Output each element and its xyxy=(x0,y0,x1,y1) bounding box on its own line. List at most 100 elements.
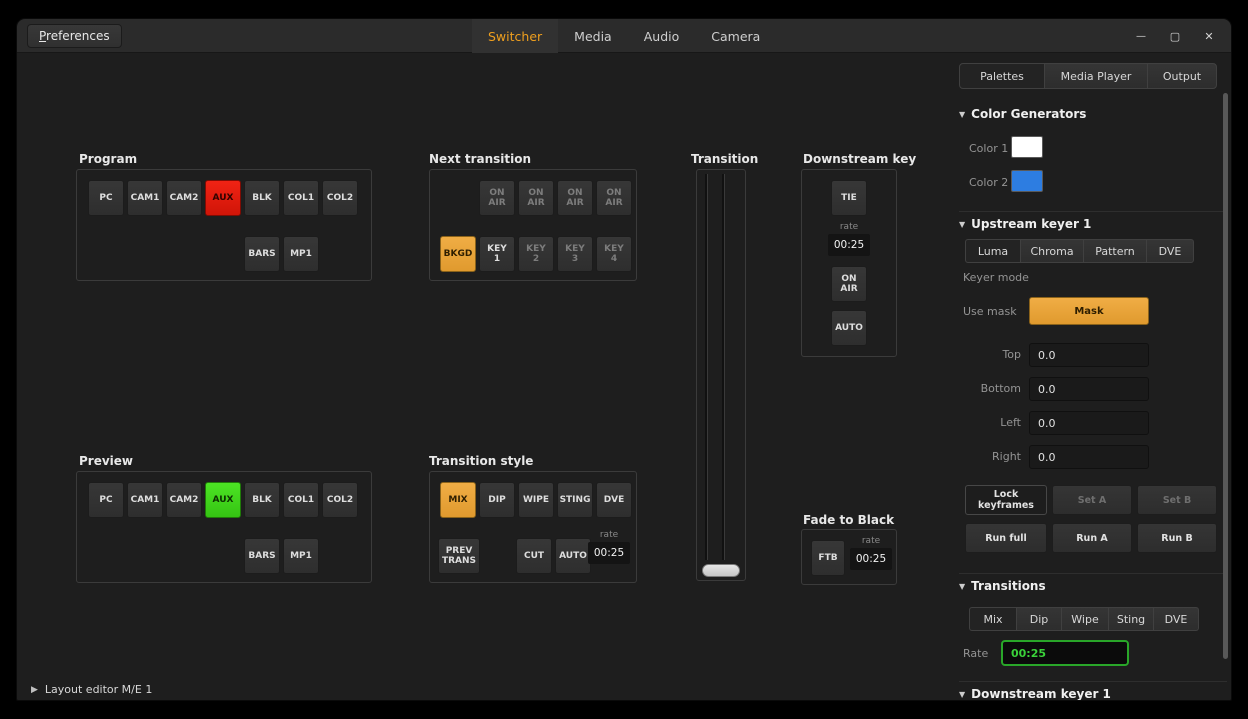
collapse-arrow-icon: ▼ xyxy=(959,220,965,229)
preview-cam2-button[interactable]: CAM2 xyxy=(166,482,202,518)
program-aux-button[interactable]: AUX xyxy=(205,180,241,216)
key3-onair-button[interactable]: ON AIR xyxy=(557,180,593,216)
transition-tbar[interactable] xyxy=(696,169,746,581)
layout-editor-expander[interactable]: ▶ Layout editor M/E 1 xyxy=(31,683,152,696)
section-divider xyxy=(959,573,1227,574)
preview-aux-button[interactable]: AUX xyxy=(205,482,241,518)
transitions-header[interactable]: ▼ Transitions xyxy=(959,579,1046,593)
transition-title: Transition xyxy=(691,152,758,166)
ftb-rate-value[interactable]: 00:25 xyxy=(850,548,892,570)
auto-button[interactable]: AUTO xyxy=(555,538,591,574)
preview-cam1-button[interactable]: CAM1 xyxy=(127,482,163,518)
maximize-icon[interactable]: ▢ xyxy=(1165,26,1185,46)
dsk-tie-button[interactable]: TIE xyxy=(831,180,867,216)
panel-scrollbar[interactable] xyxy=(1223,93,1228,659)
keyer-tab-pattern[interactable]: Pattern xyxy=(1083,239,1147,263)
mask-left-input[interactable]: 0.0 xyxy=(1029,411,1149,435)
program-pc-button[interactable]: PC xyxy=(88,180,124,216)
collapse-arrow-icon: ▼ xyxy=(959,690,965,699)
tbar-handle[interactable] xyxy=(702,564,740,577)
program-cam1-button[interactable]: CAM1 xyxy=(127,180,163,216)
fade-to-black-title: Fade to Black xyxy=(803,513,894,527)
color-generators-header[interactable]: ▼ Color Generators xyxy=(959,107,1086,121)
preview-pc-button[interactable]: PC xyxy=(88,482,124,518)
lock-keyframes-button[interactable]: Lock keyframes xyxy=(965,485,1047,515)
tab-audio[interactable]: Audio xyxy=(628,19,696,53)
preview-blk-button[interactable]: BLK xyxy=(244,482,280,518)
section-divider xyxy=(959,681,1227,682)
preview-mp1-button[interactable]: MP1 xyxy=(283,538,319,574)
mask-right-input[interactable]: 0.0 xyxy=(1029,445,1149,469)
tab-palettes[interactable]: Palettes xyxy=(959,63,1045,89)
program-col2-button[interactable]: COL2 xyxy=(322,180,358,216)
transitions-tab-dip[interactable]: Dip xyxy=(1016,607,1062,631)
tab-output[interactable]: Output xyxy=(1147,63,1217,89)
program-mp1-button[interactable]: MP1 xyxy=(283,236,319,272)
preview-bars-button[interactable]: BARS xyxy=(244,538,280,574)
transitions-tab-mix[interactable]: Mix xyxy=(969,607,1017,631)
tab-switcher[interactable]: Switcher xyxy=(472,19,558,53)
transition-rate-value[interactable]: 00:25 xyxy=(588,542,630,564)
color2-swatch[interactable] xyxy=(1011,170,1043,192)
cut-button[interactable]: CUT xyxy=(516,538,552,574)
preferences-button[interactable]: Preferences xyxy=(27,24,122,48)
preview-col1-button[interactable]: COL1 xyxy=(283,482,319,518)
mask-top-input[interactable]: 0.0 xyxy=(1029,343,1149,367)
program-blk-button[interactable]: BLK xyxy=(244,180,280,216)
preview-col2-button[interactable]: COL2 xyxy=(322,482,358,518)
transitions-tab-dve[interactable]: DVE xyxy=(1153,607,1199,631)
tab-media-player[interactable]: Media Player xyxy=(1044,63,1148,89)
key2-onair-button[interactable]: ON AIR xyxy=(518,180,554,216)
transitions-tab-sting[interactable]: Sting xyxy=(1108,607,1154,631)
key1-onair-button[interactable]: ON AIR xyxy=(479,180,515,216)
run-b-button[interactable]: Run B xyxy=(1137,523,1217,553)
keyer-tab-luma[interactable]: Luma xyxy=(965,239,1021,263)
keyer-tab-dve[interactable]: DVE xyxy=(1146,239,1194,263)
key2-button[interactable]: KEY 2 xyxy=(518,236,554,272)
upstream-keyer-title: Upstream keyer 1 xyxy=(971,217,1091,231)
bkgd-button[interactable]: BKGD xyxy=(440,236,476,272)
color-generators-title: Color Generators xyxy=(971,107,1086,121)
rate-input[interactable]: 00:25 xyxy=(1001,640,1129,666)
program-bus: PC CAM1 CAM2 AUX BLK COL1 COL2 BARS MP1 xyxy=(76,169,372,281)
mask-bottom-input[interactable]: 0.0 xyxy=(1029,377,1149,401)
color1-swatch[interactable] xyxy=(1011,136,1043,158)
program-cam2-button[interactable]: CAM2 xyxy=(166,180,202,216)
program-title: Program xyxy=(79,152,137,166)
ftb-button[interactable]: FTB xyxy=(811,540,845,576)
keyer-tab-chroma[interactable]: Chroma xyxy=(1020,239,1084,263)
program-bars-button[interactable]: BARS xyxy=(244,236,280,272)
ftb-rate-label: rate xyxy=(862,536,880,548)
mix-button[interactable]: MIX xyxy=(440,482,476,518)
run-full-button[interactable]: Run full xyxy=(965,523,1047,553)
dsk-auto-button[interactable]: AUTO xyxy=(831,310,867,346)
program-col1-button[interactable]: COL1 xyxy=(283,180,319,216)
fade-to-black-group: FTB rate 00:25 xyxy=(801,529,897,585)
wipe-button[interactable]: WIPE xyxy=(518,482,554,518)
tab-media[interactable]: Media xyxy=(558,19,628,53)
key4-button[interactable]: KEY 4 xyxy=(596,236,632,272)
transitions-tab-wipe[interactable]: Wipe xyxy=(1061,607,1109,631)
minimize-icon[interactable]: — xyxy=(1131,26,1151,46)
key4-onair-button[interactable]: ON AIR xyxy=(596,180,632,216)
downstream-keyer-header[interactable]: ▼ Downstream keyer 1 xyxy=(959,687,1111,701)
dip-button[interactable]: DIP xyxy=(479,482,515,518)
set-a-button[interactable]: Set A xyxy=(1052,485,1132,515)
dve-button[interactable]: DVE xyxy=(596,482,632,518)
key1-button[interactable]: KEY 1 xyxy=(479,236,515,272)
preferences-label: Preferences xyxy=(39,29,110,43)
sting-button[interactable]: STING xyxy=(557,482,593,518)
dsk-rate: rate 00:25 xyxy=(828,222,870,256)
mask-button[interactable]: Mask xyxy=(1029,297,1149,325)
tbar-slot-right xyxy=(722,174,725,560)
dsk-onair-button[interactable]: ON AIR xyxy=(831,266,867,302)
prev-trans-button[interactable]: PREV TRANS xyxy=(438,538,480,574)
dsk-rate-value[interactable]: 00:25 xyxy=(828,234,870,256)
tab-camera[interactable]: Camera xyxy=(695,19,776,53)
run-a-button[interactable]: Run A xyxy=(1052,523,1132,553)
set-b-button[interactable]: Set B xyxy=(1137,485,1217,515)
dsk-rate-label: rate xyxy=(840,222,858,234)
key3-button[interactable]: KEY 3 xyxy=(557,236,593,272)
close-icon[interactable]: ✕ xyxy=(1199,26,1219,46)
upstream-keyer-header[interactable]: ▼ Upstream keyer 1 xyxy=(959,217,1091,231)
